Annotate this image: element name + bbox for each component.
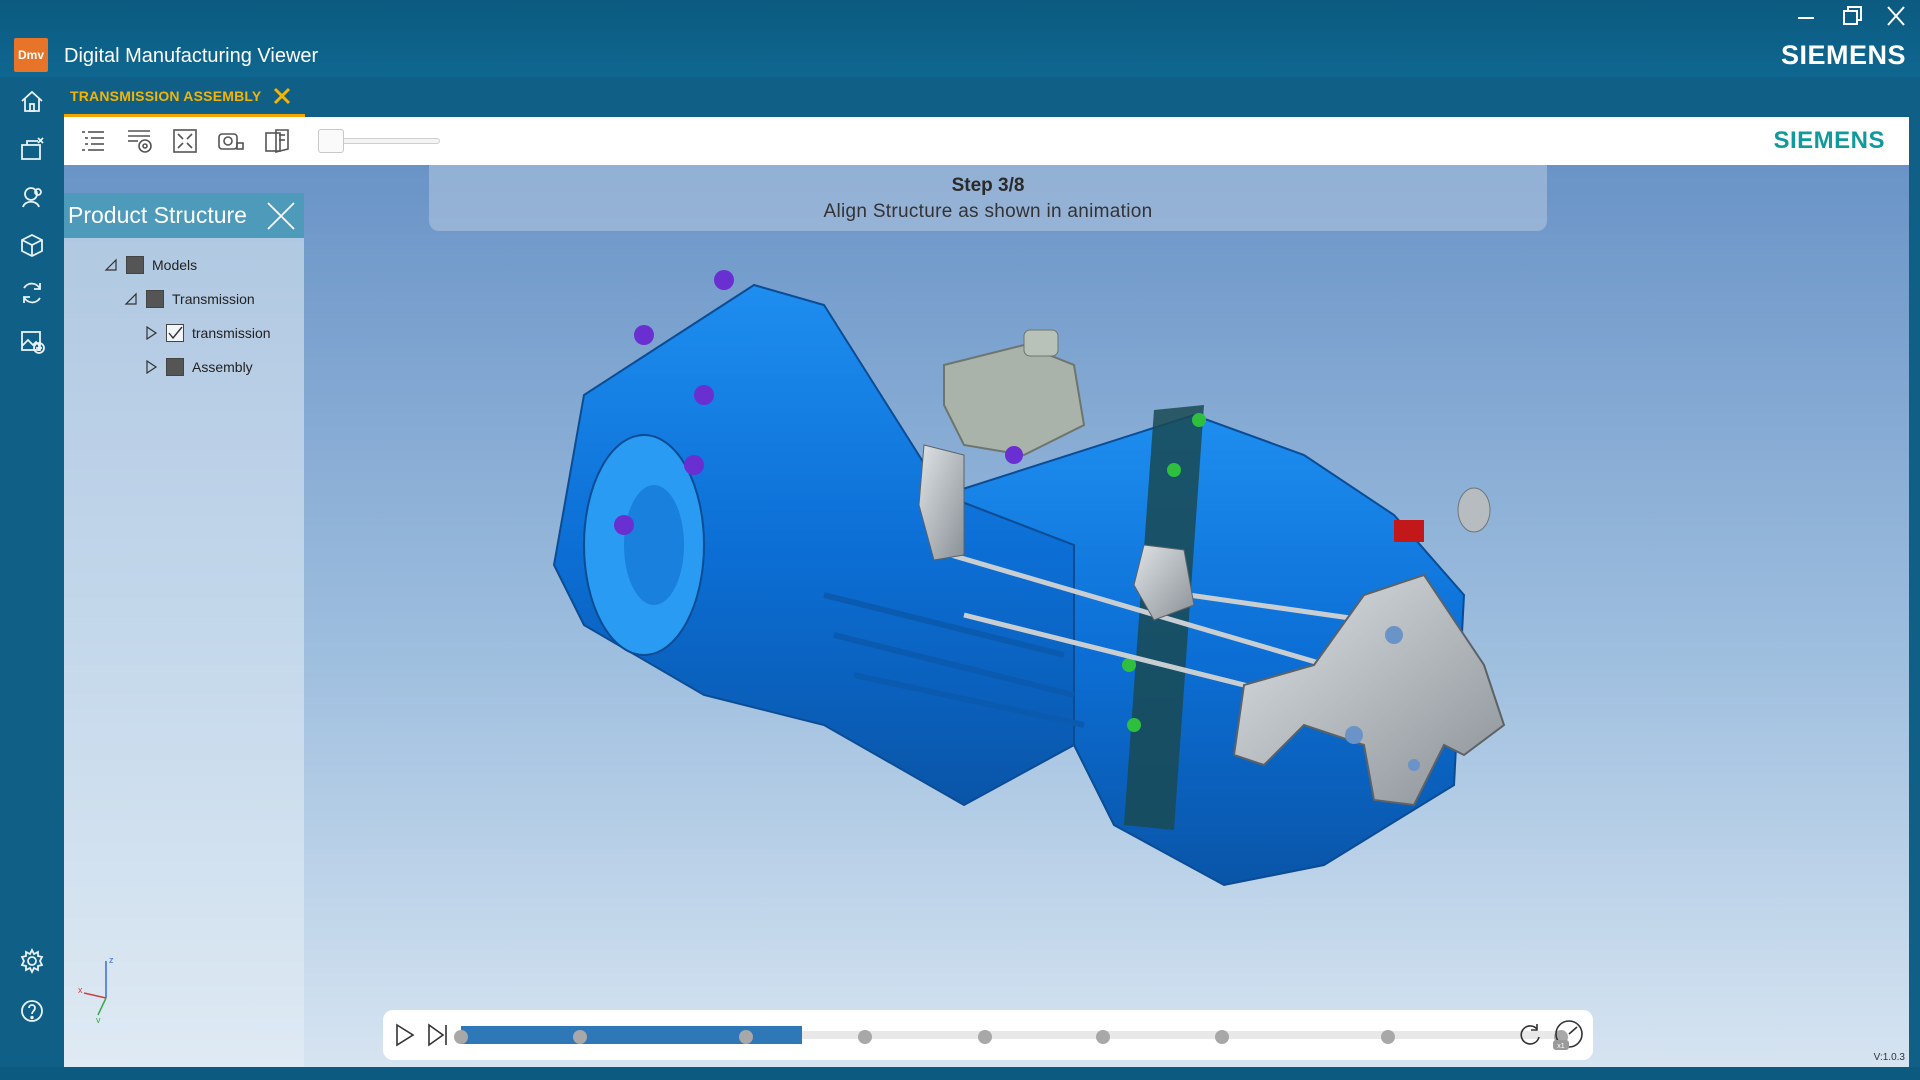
version-label: V:1.0.3	[1873, 1052, 1905, 1063]
tree-item-label: Models	[152, 257, 198, 273]
tree-item-label: transmission	[192, 325, 271, 341]
timeline-step-marker[interactable]	[454, 1030, 468, 1044]
timeline-step-marker[interactable]	[572, 1030, 587, 1044]
help-button[interactable]	[12, 991, 52, 1031]
3d-model-icon	[21, 233, 43, 258]
product-structure-header: Product Structure	[64, 193, 304, 238]
left-navigation-rail	[0, 77, 64, 1080]
app-logo-icon: Dmv	[14, 38, 48, 72]
close-tab-icon[interactable]	[271, 85, 293, 107]
speed-control-button[interactable]: x1	[1551, 1018, 1587, 1052]
document-tab-strip: TRANSMISSION ASSEMBLY	[64, 77, 1920, 117]
fit-screen-button[interactable]	[168, 125, 202, 157]
tree-item-label: Transmission	[172, 291, 255, 307]
help-icon	[21, 1000, 43, 1022]
settings-button[interactable]	[12, 941, 52, 981]
search-user-icon	[22, 187, 42, 208]
list-view-button[interactable]	[76, 125, 110, 157]
search-user-button[interactable]	[12, 177, 52, 217]
step-instruction-banner: Step 3/8 Align Structure as shown in ani…	[429, 165, 1547, 231]
view-settings-button[interactable]	[122, 125, 156, 157]
tree-item-transmission-group[interactable]: Transmission	[124, 287, 255, 311]
timeline-step-marker[interactable]	[1381, 1030, 1396, 1044]
visibility-checkbox-checked[interactable]	[166, 324, 184, 342]
product-structure-title: Product Structure	[68, 202, 247, 228]
3d-viewport[interactable]: Step 3/8 Align Structure as shown in ani…	[64, 165, 1909, 1067]
home-button[interactable]	[12, 81, 52, 121]
next-step-button[interactable]	[423, 1021, 453, 1049]
close-panel-icon[interactable]	[264, 199, 298, 233]
section-view-button[interactable]	[260, 125, 294, 157]
tab-transmission-assembly[interactable]: TRANSMISSION ASSEMBLY	[64, 77, 306, 117]
siemens-logo: SIEMENS	[1780, 40, 1906, 70]
fit-screen-icon	[173, 129, 197, 153]
timeline-step-marker[interactable]	[1096, 1030, 1111, 1044]
expand-triangle-icon[interactable]	[144, 360, 158, 374]
title-bar: Dmv Digital Manufacturing Viewer SIEMENS	[0, 0, 1920, 77]
minimize-icon	[1798, 17, 1814, 19]
visibility-checkbox[interactable]	[146, 290, 164, 308]
zoom-slider-thumb[interactable]	[318, 129, 344, 153]
timeline-track[interactable]	[454, 1026, 1568, 1044]
app-window: Dmv Digital Manufacturing Viewer SIEMENS	[0, 0, 1920, 1080]
product-structure-panel: Product Structure Models Transmission tr…	[64, 193, 304, 1067]
camera-icon	[218, 133, 244, 150]
close-icon	[1887, 6, 1905, 26]
refresh-icon	[23, 282, 41, 304]
3d-model-button[interactable]	[12, 225, 52, 265]
speed-badge: x1	[1557, 1043, 1565, 1050]
x-axis-label: x	[78, 985, 83, 995]
camera-button[interactable]	[214, 125, 248, 157]
visibility-checkbox[interactable]	[166, 358, 184, 376]
timeline-step-marker[interactable]	[857, 1030, 872, 1044]
minimize-button[interactable]	[1786, 2, 1826, 30]
viewer-toolbar: SIEMENS	[64, 117, 1909, 165]
checkmark-icon	[168, 326, 183, 340]
settings-view-icon	[128, 130, 152, 153]
z-axis-label: z	[109, 955, 114, 965]
close-window-button[interactable]	[1876, 2, 1916, 30]
siemens-toolbar-logo: SIEMENS	[1773, 127, 1885, 154]
timeline-step-marker[interactable]	[977, 1030, 992, 1044]
tab-label: TRANSMISSION ASSEMBLY	[70, 87, 262, 104]
refresh-button[interactable]	[12, 273, 52, 313]
section-view-icon	[265, 129, 289, 154]
bottom-border	[0, 1067, 1920, 1080]
expand-triangle-icon[interactable]	[144, 326, 158, 340]
axis-triad: z x y	[78, 955, 114, 1023]
collapse-triangle-icon[interactable]	[104, 258, 118, 272]
tree-item-assembly[interactable]: Assembly	[144, 355, 253, 379]
app-title: Digital Manufacturing Viewer	[64, 45, 319, 67]
restore-icon	[1843, 6, 1862, 25]
tree-item-models[interactable]: Models	[104, 253, 197, 277]
settings-icon	[20, 948, 44, 974]
list-icon	[82, 131, 104, 151]
add-image-button[interactable]	[12, 321, 52, 361]
visibility-checkbox[interactable]	[126, 256, 144, 274]
replay-button[interactable]	[1515, 1021, 1545, 1049]
play-button[interactable]	[389, 1021, 419, 1049]
tree-item-label: Assembly	[192, 359, 253, 375]
timeline-step-marker[interactable]	[738, 1030, 753, 1044]
restore-button[interactable]	[1832, 2, 1872, 30]
step-instruction: Align Structure as shown in animation	[823, 201, 1153, 222]
step-counter: Step 3/8	[951, 175, 1025, 196]
open-package-button[interactable]	[12, 129, 52, 169]
y-axis-label: y	[96, 1015, 101, 1023]
open-package-icon	[21, 137, 44, 160]
add-image-icon	[21, 331, 45, 354]
timeline-step-marker[interactable]	[1215, 1030, 1230, 1044]
tree-item-transmission-part[interactable]: transmission	[144, 321, 271, 345]
animation-timeline: x1	[383, 1010, 1593, 1060]
collapse-triangle-icon[interactable]	[124, 292, 138, 306]
transmission-model[interactable]	[64, 165, 1909, 1067]
home-icon	[21, 90, 43, 112]
